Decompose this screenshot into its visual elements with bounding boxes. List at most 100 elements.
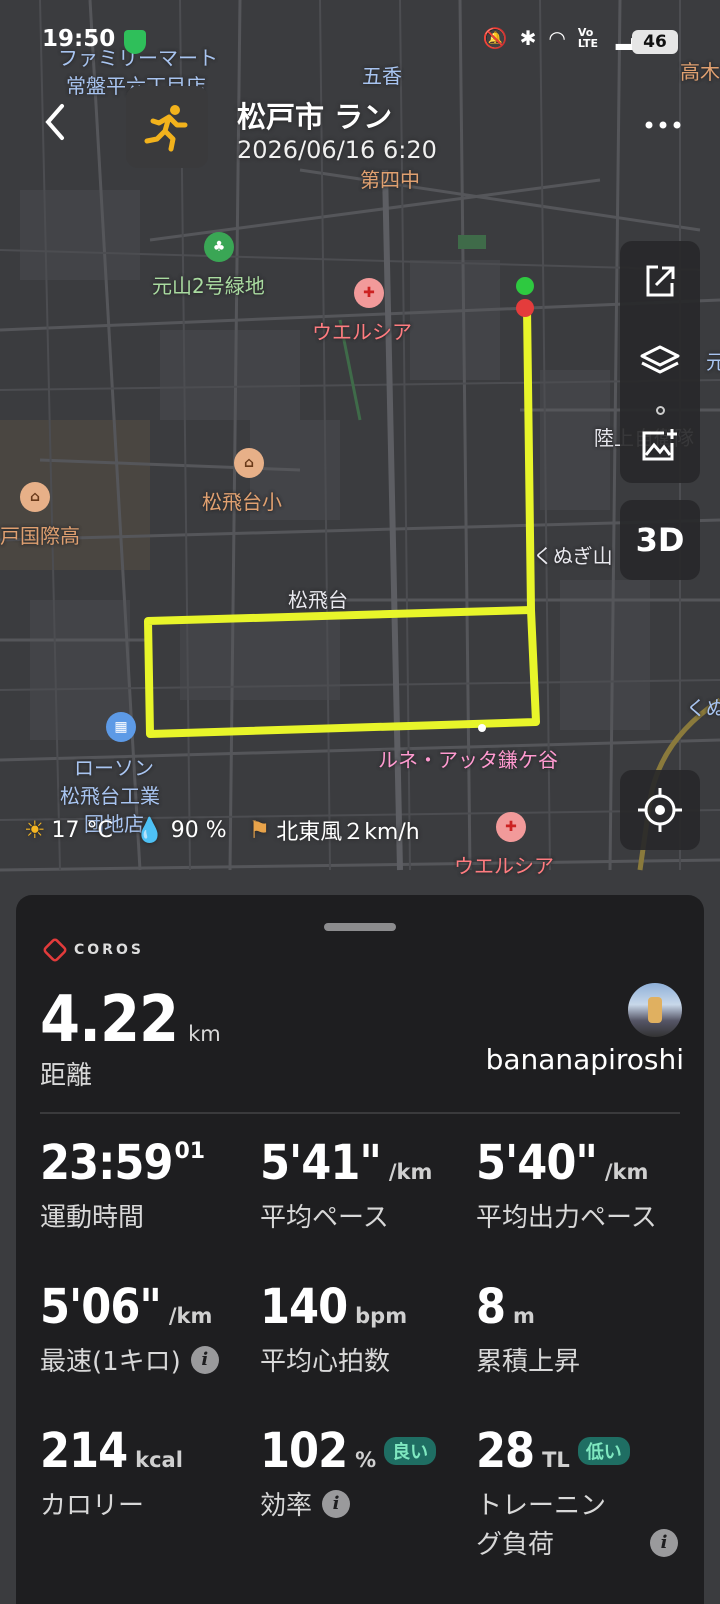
back-button[interactable] bbox=[40, 100, 84, 150]
map-label-moto: 元 bbox=[706, 350, 720, 374]
wind-flag-icon: ⚑ bbox=[248, 816, 271, 844]
map-label-matsuhidai-sho: 松飛台小 bbox=[202, 490, 282, 514]
metric-avg-power-pace-unit: /km bbox=[604, 1160, 649, 1184]
school-icon[interactable]: ⌂ bbox=[20, 482, 50, 512]
wind-value: 北東風２km/h bbox=[276, 820, 420, 845]
metric-training-load-unit: TL bbox=[542, 1448, 570, 1472]
metric-avg-hr: 140 bpm 平均心拍数 bbox=[260, 1279, 407, 1378]
temperature-value: 17 °C bbox=[51, 817, 113, 843]
sun-icon: ☀ bbox=[24, 816, 46, 844]
metric-training-load-label-2: グ負荷 bbox=[476, 1530, 555, 1560]
metric-efficiency-label: 効率 bbox=[260, 1491, 313, 1521]
metric-avg-power-pace: 5'40" /km 平均出力ペース bbox=[476, 1135, 657, 1234]
distance-value: 4.22 bbox=[40, 983, 179, 1057]
shield-icon bbox=[124, 30, 146, 54]
metric-avg-pace-label: 平均ペース bbox=[260, 1203, 389, 1233]
metric-training-load: 28 TL 低い トレーニン グ負荷 i bbox=[476, 1423, 679, 1561]
metric-avg-power-pace-label: 平均出力ペース bbox=[476, 1203, 657, 1233]
school-icon[interactable]: ⌂ bbox=[234, 448, 264, 478]
share-icon bbox=[646, 265, 675, 297]
park-icon[interactable]: ♣ bbox=[204, 232, 234, 262]
metric-fastest-label-row: 最速(1キロ) i bbox=[40, 1341, 219, 1378]
metric-avg-hr-value: 140 bbox=[260, 1279, 348, 1335]
metric-calories-value: 214 bbox=[40, 1423, 128, 1479]
locate-button[interactable] bbox=[620, 770, 700, 850]
metric-training-load-value: 28 bbox=[476, 1423, 535, 1479]
add-photo-icon bbox=[642, 429, 677, 461]
status-time: 19:50 bbox=[42, 26, 116, 52]
brand-name: COROS bbox=[74, 942, 144, 958]
metric-efficiency: 102 % 良い 効率 i bbox=[260, 1423, 437, 1522]
map-label-kunu: くぬ bbox=[686, 696, 720, 720]
map-label-kunugiyama: くぬぎ山 bbox=[533, 544, 613, 568]
summary-sheet[interactable]: COROS 4.22 km 距離 bananapiroshi 23:59 01 … bbox=[16, 895, 704, 1604]
running-icon bbox=[144, 105, 188, 152]
network-label: Vo LTE bbox=[577, 26, 599, 50]
more-button[interactable] bbox=[643, 104, 683, 144]
weather-row: ☀ 17 °C 💧 90 % ⚑ 北東風２km/h bbox=[24, 814, 442, 846]
metric-time-value: 23:59 bbox=[40, 1135, 173, 1191]
metric-time-hundredths: 01 bbox=[174, 1139, 206, 1164]
pharmacy-icon[interactable]: ✚ bbox=[496, 812, 526, 842]
3d-button[interactable]: 3D bbox=[620, 500, 700, 580]
metric-elevation-value: 8 bbox=[476, 1279, 506, 1335]
distance-label: 距離 bbox=[40, 1061, 93, 1091]
add-photo-button[interactable] bbox=[620, 405, 700, 485]
metric-avg-hr-label: 平均心拍数 bbox=[260, 1347, 391, 1377]
temperature: ☀ 17 °C bbox=[24, 816, 113, 844]
metric-calories-unit: kcal bbox=[135, 1448, 183, 1472]
map-toolbar bbox=[620, 241, 700, 483]
map-label-lawson: ローソン bbox=[74, 756, 154, 780]
metric-calories-label: カロリー bbox=[40, 1491, 145, 1521]
battery-indicator: 46 bbox=[632, 30, 678, 54]
training-load-badge: 低い bbox=[577, 1437, 630, 1465]
activity-title: 松戸市 ラン bbox=[237, 100, 393, 134]
metric-avg-power-pace-value: 5'40" bbox=[476, 1135, 598, 1191]
share-button[interactable] bbox=[620, 241, 700, 321]
metric-training-load-label-row: グ負荷 i bbox=[476, 1524, 679, 1561]
info-icon[interactable]: i bbox=[190, 1345, 219, 1374]
map-label-matsuhidai: 松飛台 bbox=[288, 588, 348, 612]
metric-time: 23:59 01 運動時間 bbox=[40, 1135, 205, 1234]
layers-icon bbox=[640, 345, 680, 374]
pharmacy-icon[interactable]: ✚ bbox=[354, 278, 384, 308]
bluetooth-icon: ✱ bbox=[519, 26, 537, 50]
map-label-dai4chu: 第四中 bbox=[360, 168, 420, 192]
metric-calories: 214 kcal カロリー bbox=[40, 1423, 183, 1522]
map-label-motoyama: 元山2号緑地 bbox=[152, 274, 265, 298]
map-label-welcia1: ウエルシア bbox=[312, 320, 412, 344]
sport-icon bbox=[126, 86, 208, 168]
username[interactable]: bananapiroshi bbox=[486, 1043, 684, 1076]
locate-icon bbox=[638, 788, 682, 832]
avatar[interactable] bbox=[628, 983, 682, 1037]
info-icon[interactable]: i bbox=[322, 1489, 351, 1518]
metric-fastest: 5'06" /km 最速(1キロ) i bbox=[40, 1279, 219, 1378]
water-drop-icon: 💧 bbox=[134, 816, 165, 844]
divider bbox=[40, 1112, 680, 1114]
map-label-lawson-2: 松飛台工業 bbox=[60, 784, 160, 808]
humidity-value: 90 % bbox=[170, 817, 227, 843]
efficiency-badge: 良い bbox=[384, 1437, 437, 1465]
map-label-goka: 五香 bbox=[362, 64, 402, 88]
sheet-handle[interactable] bbox=[324, 923, 396, 931]
metric-efficiency-label-row: 効率 i bbox=[260, 1485, 436, 1522]
metric-training-load-label-1: トレーニン bbox=[476, 1491, 607, 1521]
metric-avg-pace: 5'41" /km 平均ペース bbox=[260, 1135, 432, 1234]
layers-button[interactable] bbox=[620, 321, 700, 401]
metric-elevation-label: 累積上昇 bbox=[476, 1347, 581, 1377]
metric-fastest-value: 5'06" bbox=[40, 1279, 162, 1335]
map-label-welcia2: ウエルシア bbox=[454, 854, 554, 878]
metric-avg-pace-value: 5'41" bbox=[260, 1135, 382, 1191]
metric-avg-hr-unit: bpm bbox=[355, 1304, 408, 1328]
metric-efficiency-value: 102 bbox=[260, 1423, 348, 1479]
more-horizontal-icon bbox=[645, 121, 681, 129]
shop-icon[interactable]: ▦ bbox=[106, 712, 136, 742]
status-bar: 19:50 🔕 ✱ ◠ Vo LTE ▂▄▆ 46 bbox=[0, 22, 720, 62]
metric-elevation-unit: m bbox=[513, 1304, 535, 1328]
activity-date: 2026/06/16 6:20 bbox=[237, 136, 437, 164]
distance: 4.22 km bbox=[40, 983, 221, 1057]
metric-efficiency-unit: % bbox=[355, 1448, 377, 1472]
info-icon[interactable]: i bbox=[650, 1528, 679, 1557]
distance-unit: km bbox=[188, 1022, 221, 1046]
wifi-icon: ◠ bbox=[548, 26, 566, 50]
